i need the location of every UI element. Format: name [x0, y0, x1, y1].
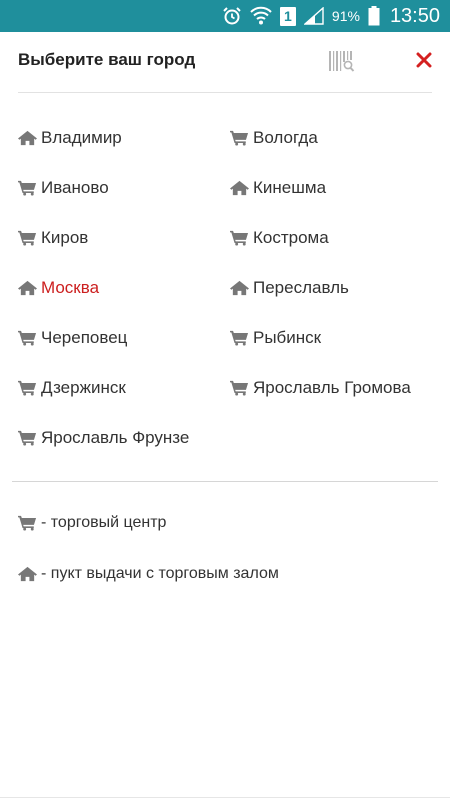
city-item-vologda[interactable]: Вологда: [230, 126, 318, 150]
city-label: Ярославль Фрунзе: [41, 428, 190, 447]
header-divider: [18, 92, 432, 93]
city-item-kirov[interactable]: Киров: [18, 226, 88, 250]
barcode-scanner-icon: [329, 51, 355, 72]
city-label: Вологда: [253, 128, 318, 147]
page-title: Выберите ваш город: [18, 50, 196, 69]
cart-icon: [230, 230, 249, 246]
city-label: Переславль: [253, 278, 349, 297]
city-label: Кострома: [253, 228, 329, 247]
home-icon: [18, 280, 37, 296]
city-item-kostroma[interactable]: Кострома: [230, 226, 329, 250]
status-bar: 1 91% 13:50: [0, 0, 450, 32]
close-icon: [416, 52, 432, 68]
city-label: Киров: [41, 228, 89, 247]
legend-divider: [12, 481, 438, 482]
city-item-cherepovets[interactable]: Череповец: [18, 326, 127, 350]
cart-icon: [18, 330, 37, 346]
bottom-edge: [0, 797, 450, 798]
clock-time: 13:50: [389, 4, 440, 27]
cart-icon: [18, 230, 37, 246]
city-label: Череповец: [41, 328, 128, 347]
barcode-scan-button[interactable]: [327, 48, 355, 76]
home-icon: [18, 130, 37, 146]
city-item-ivanovo[interactable]: Иваново: [18, 176, 109, 200]
city-label: Рыбинск: [253, 328, 322, 347]
dialog-header: Выберите ваш город: [0, 32, 450, 92]
alarm-icon: [222, 6, 242, 26]
city-item-dzerzhinsk[interactable]: Дзержинск: [18, 376, 126, 400]
cart-icon: [18, 430, 37, 446]
home-icon: [18, 566, 37, 582]
cart-icon: [230, 130, 249, 146]
cart-icon: [18, 180, 37, 196]
home-icon: [230, 180, 249, 196]
cart-icon: [230, 380, 249, 396]
city-label: Иваново: [41, 178, 109, 197]
city-item-moskva[interactable]: Москва: [18, 276, 99, 300]
city-label: Дзержинск: [41, 378, 126, 397]
signal-icon: [303, 7, 324, 25]
city-label: Кинешма: [253, 178, 327, 197]
close-button[interactable]: [410, 46, 438, 74]
city-item-rybinsk[interactable]: Рыбинск: [230, 326, 321, 350]
city-item-yaroslavl-gromova[interactable]: Ярославль Громова: [230, 376, 411, 400]
battery-icon: [368, 6, 380, 26]
cart-icon: [18, 380, 37, 396]
cart-icon: [230, 330, 249, 346]
home-icon: [230, 280, 249, 296]
city-item-vladimir[interactable]: Владимир: [18, 126, 122, 150]
city-label: Ярославль Громова: [253, 378, 411, 397]
battery-percent: 91%: [331, 8, 360, 24]
legend-label: - торговый центр: [41, 514, 167, 531]
legend-pickup-point: - пукт выдачи с торговым залом: [18, 565, 279, 583]
city-item-yaroslavl-frunze[interactable]: Ярославль Фрунзе: [18, 426, 189, 450]
city-item-kineshma[interactable]: Кинешма: [230, 176, 326, 200]
wifi-icon: [250, 6, 272, 26]
sim-slot-badge: 1: [279, 6, 296, 26]
city-item-pereslavl[interactable]: Переславль: [230, 276, 349, 300]
legend-shopping-center: - торговый центр: [18, 514, 166, 532]
city-label-selected: Москва: [41, 278, 100, 297]
city-label: Владимир: [41, 128, 122, 147]
cart-icon: [18, 515, 37, 531]
legend-label: - пукт выдачи с торговым залом: [41, 565, 279, 582]
